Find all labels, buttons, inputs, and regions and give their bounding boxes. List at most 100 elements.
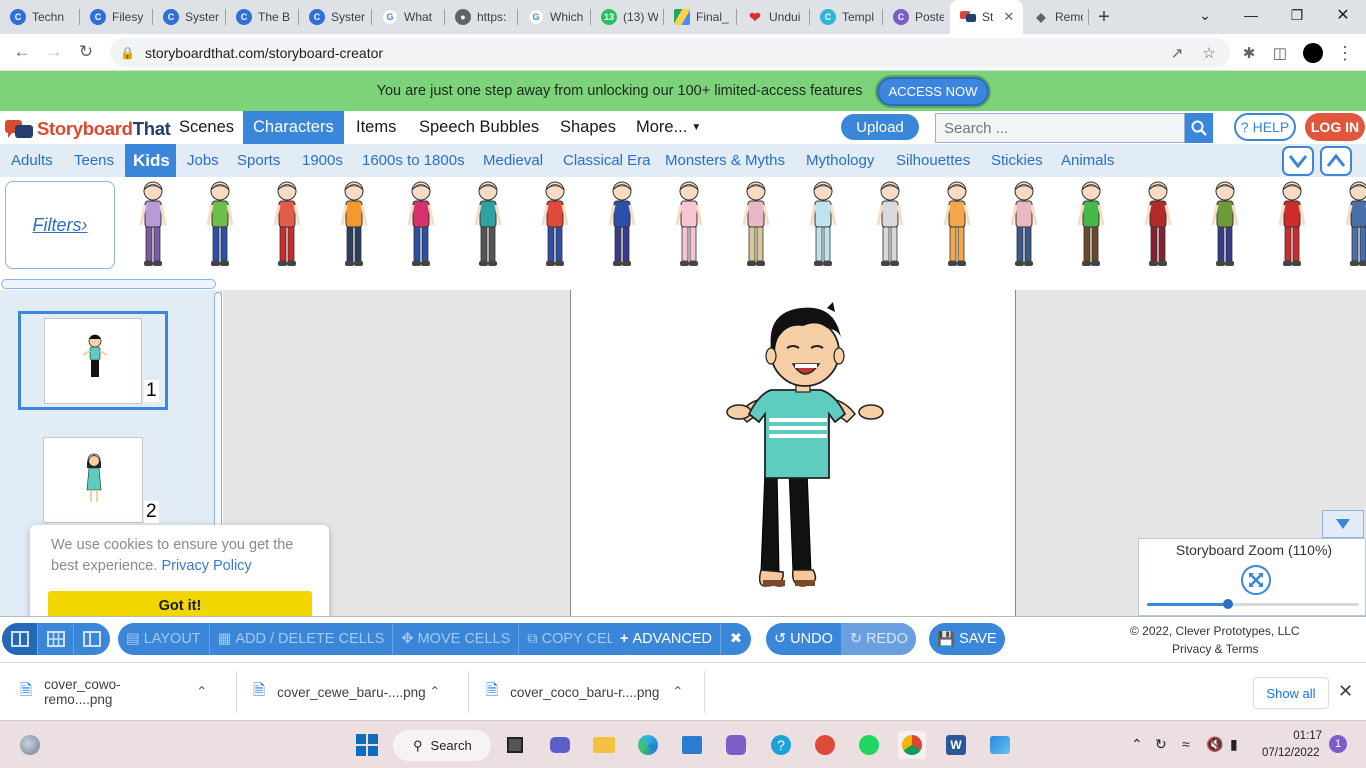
category-adults[interactable]: Adults: [3, 144, 61, 177]
browser-tab[interactable]: ❤ Undui: [737, 0, 810, 34]
browser-tab[interactable]: C Templ: [810, 0, 883, 34]
category-1600s-to-1800s[interactable]: 1600s to 1800s: [354, 144, 473, 177]
close-tab-icon[interactable]: ✕: [1003, 9, 1014, 25]
show-all-downloads-button[interactable]: Show all: [1253, 677, 1329, 709]
privacy-terms-link[interactable]: Privacy & Terms: [1172, 642, 1258, 656]
character-thumbnail[interactable]: [740, 179, 772, 271]
category-1900s[interactable]: 1900s: [294, 144, 351, 177]
browser-tab[interactable]: C Techn: [0, 0, 80, 34]
character-thumbnail[interactable]: [1075, 179, 1107, 271]
boy-character[interactable]: [571, 290, 1017, 616]
search-input[interactable]: [935, 113, 1185, 143]
character-thumbnail[interactable]: [673, 179, 705, 271]
share-icon[interactable]: ↗: [1164, 40, 1190, 66]
chevron-up-icon[interactable]: ⌃: [196, 684, 207, 700]
taskbar-search[interactable]: ⚲ Search: [393, 730, 491, 761]
character-thumbnail[interactable]: [807, 179, 839, 271]
browser-tab[interactable]: C Poster: [883, 0, 950, 34]
chevron-up-icon[interactable]: ⌃: [672, 684, 683, 700]
chat-icon[interactable]: [546, 731, 574, 759]
chevron-up-icon[interactable]: ⌃: [429, 684, 440, 700]
browser-tab[interactable]: C Filesy: [80, 0, 153, 34]
word-icon[interactable]: W: [942, 731, 970, 759]
character-thumbnail[interactable]: [1142, 179, 1174, 271]
edge-icon[interactable]: [634, 731, 662, 759]
back-arrow-icon[interactable]: ←: [6, 36, 38, 68]
character-thumbnail[interactable]: [1008, 179, 1040, 271]
browser-tab[interactable]: C Syster: [153, 0, 226, 34]
close-download-bar-icon[interactable]: ✕: [1338, 681, 1353, 702]
clock-date[interactable]: 07/12/2022: [1262, 747, 1320, 759]
character-thumbnail[interactable]: [338, 179, 370, 271]
browser-tab[interactable]: G Which: [518, 0, 591, 34]
nav-items[interactable]: Items: [346, 111, 406, 144]
view-single-button[interactable]: [2, 623, 38, 655]
spotify-icon[interactable]: [855, 731, 883, 759]
new-tab-button[interactable]: +: [1089, 2, 1119, 32]
character-thumbnail[interactable]: [874, 179, 906, 271]
task-view-icon[interactable]: [501, 731, 529, 759]
login-button[interactable]: LOG IN: [1305, 113, 1365, 141]
cell-thumbnail-1[interactable]: [44, 318, 142, 404]
file-explorer-icon[interactable]: [590, 731, 618, 759]
browser-tab[interactable]: Final_: [664, 0, 737, 34]
kebab-menu-icon[interactable]: ⋮: [1332, 40, 1358, 66]
category-animals[interactable]: Animals: [1053, 144, 1122, 177]
nav-speech-bubbles[interactable]: Speech Bubbles: [409, 111, 549, 144]
character-thumbnail[interactable]: [1209, 179, 1241, 271]
category-monsters-myths[interactable]: Monsters & Myths: [657, 144, 793, 177]
browser-tab[interactable]: C The B: [226, 0, 299, 34]
nav-scenes[interactable]: Scenes: [169, 111, 244, 144]
browser-tab[interactable]: C Syster: [299, 0, 372, 34]
character-thumbnail[interactable]: [137, 179, 169, 271]
filters-button[interactable]: Filters›: [5, 181, 115, 269]
download-item[interactable]: 🗎 cover_coco_baru-r....png ⌃: [486, 677, 683, 707]
upload-button[interactable]: Upload: [841, 114, 919, 140]
fullscreen-button[interactable]: ✖: [721, 623, 751, 655]
forward-arrow-icon[interactable]: →: [38, 36, 70, 68]
category-stickies[interactable]: Stickies: [983, 144, 1051, 177]
expand-chevron-up-button[interactable]: [1320, 146, 1352, 176]
windows-start-icon[interactable]: [353, 731, 381, 759]
category-medieval[interactable]: Medieval: [475, 144, 551, 177]
extensions-puzzle-icon[interactable]: ✱: [1236, 40, 1262, 66]
access-now-button[interactable]: ACCESS NOW: [876, 76, 990, 106]
character-thumbnail[interactable]: [472, 179, 504, 271]
category-kids[interactable]: Kids: [125, 144, 176, 177]
sync-icon[interactable]: ↻: [1155, 736, 1167, 753]
character-thumbnail[interactable]: [405, 179, 437, 271]
help-button[interactable]: ? HELP: [1234, 113, 1296, 141]
notification-badge[interactable]: 1: [1329, 735, 1347, 753]
add-delete-cells-button[interactable]: ▦ ADD / DELETE CELLS: [210, 623, 394, 655]
download-item[interactable]: 🗎 cover_cewe_baru-....png ⌃: [253, 677, 440, 707]
category-silhouettes[interactable]: Silhouettes: [888, 144, 978, 177]
view-column-button[interactable]: [74, 623, 110, 655]
browser-tab[interactable]: ● https:: [445, 0, 518, 34]
chrome-icon[interactable]: [898, 731, 926, 759]
character-thumbnail[interactable]: [941, 179, 973, 271]
microsoft-store-icon[interactable]: [678, 731, 706, 759]
horizontal-scrollbar[interactable]: [1, 279, 216, 289]
tab-search-chevron-icon[interactable]: ⌄: [1182, 0, 1228, 30]
nav-shapes[interactable]: Shapes: [550, 111, 626, 144]
category-classical-era[interactable]: Classical Era: [555, 144, 659, 177]
category-jobs[interactable]: Jobs: [179, 144, 227, 177]
browser-tab[interactable]: 13 (13) W: [591, 0, 664, 34]
close-window-button[interactable]: ✕: [1320, 0, 1366, 30]
storyboard-cell-canvas[interactable]: [570, 290, 1016, 616]
restore-button[interactable]: ❐: [1274, 0, 1320, 30]
layout-button[interactable]: ▤ LAYOUT: [118, 623, 210, 655]
clock-time[interactable]: 01:17: [1290, 730, 1322, 742]
bookmark-star-icon[interactable]: ☆: [1196, 40, 1222, 66]
app-icon[interactable]: [722, 731, 750, 759]
url-bar[interactable]: 🔒 storyboardthat.com/storyboard-creator: [110, 38, 1230, 67]
character-thumbnail[interactable]: [1276, 179, 1308, 271]
storyboardthat-logo[interactable]: Storyboard That: [4, 117, 171, 141]
nav-more[interactable]: More... ▼: [626, 111, 711, 144]
cell-thumbnail-2[interactable]: [43, 437, 143, 523]
widgets-icon[interactable]: [16, 731, 44, 759]
search-button[interactable]: [1185, 113, 1213, 143]
minimize-button[interactable]: —: [1228, 0, 1274, 30]
character-thumbnail[interactable]: [606, 179, 638, 271]
privacy-policy-link[interactable]: Privacy Policy: [161, 558, 251, 574]
